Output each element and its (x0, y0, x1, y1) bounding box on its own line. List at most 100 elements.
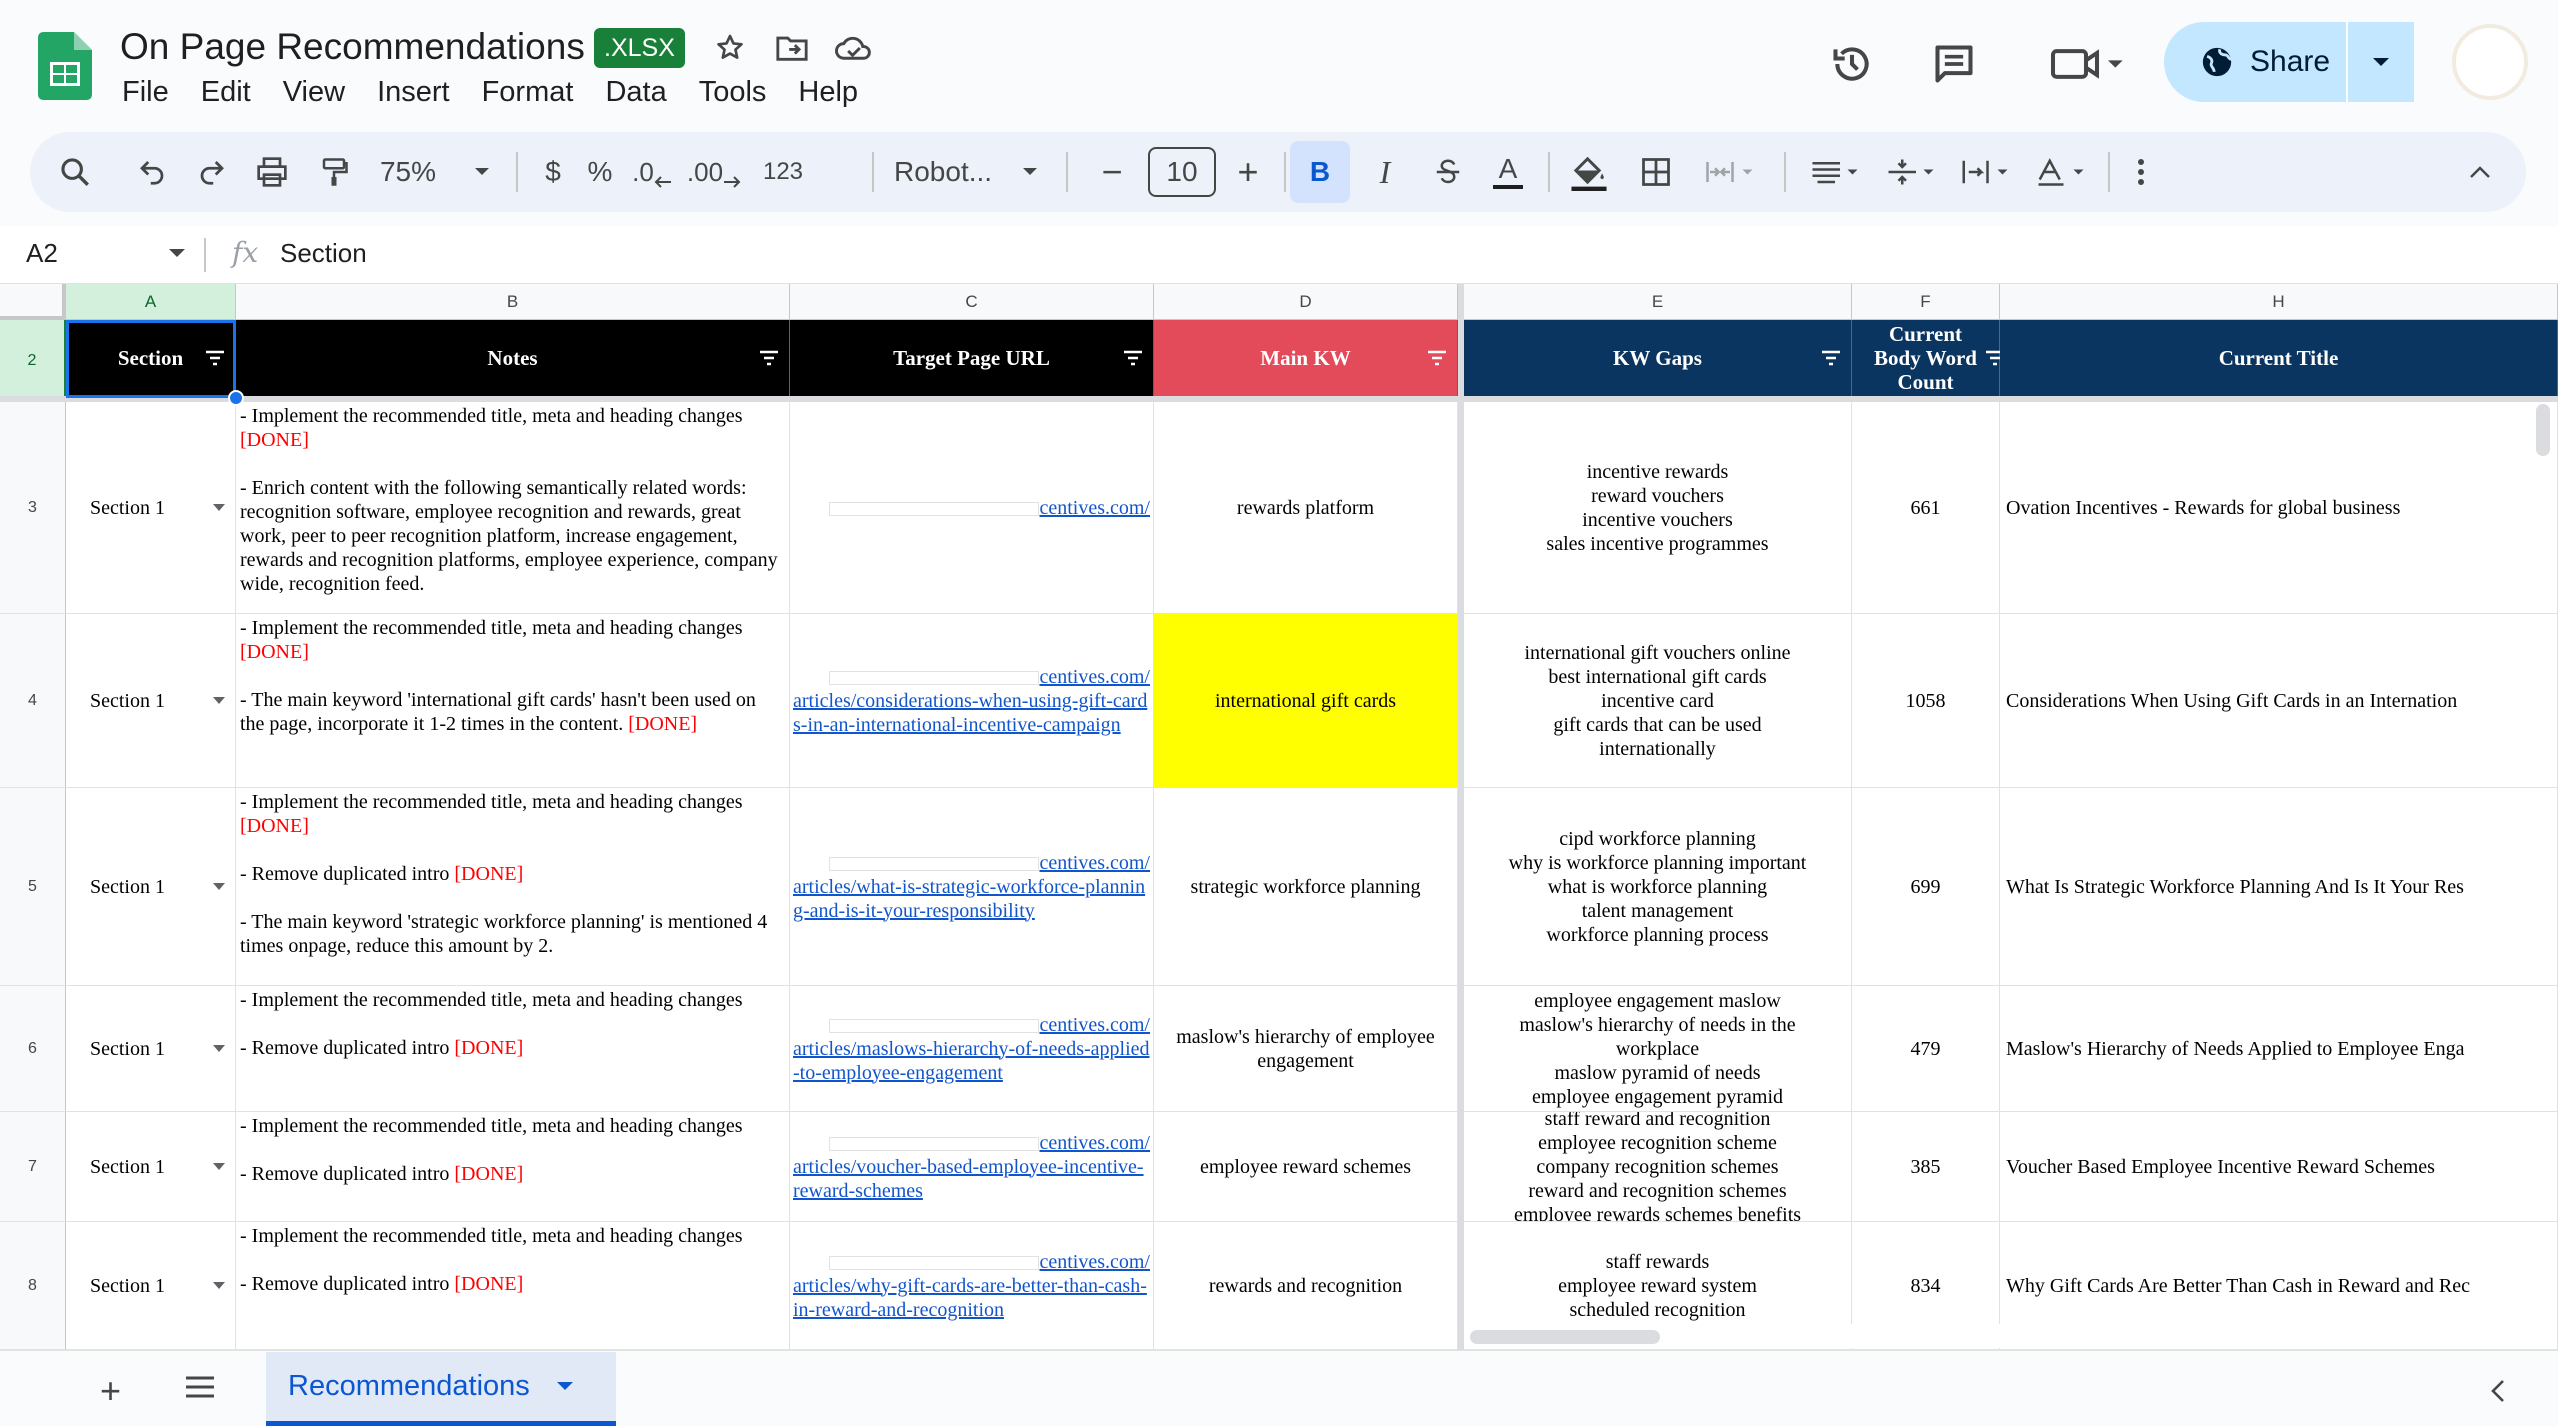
row-header[interactable]: 6 (0, 986, 66, 1112)
column-header-b[interactable]: B (236, 284, 790, 320)
target-page-link[interactable]: centives.com/articles/maslows-hierarchy-… (790, 986, 1153, 1111)
current-title-cell[interactable]: Considerations When Using Gift Cards in … (2000, 614, 2558, 788)
column-header-f[interactable]: F (1852, 284, 2000, 320)
percent-format-button[interactable]: % (576, 132, 624, 212)
header-cell-kw-gaps[interactable]: KW Gaps (1464, 320, 1852, 396)
main-kw-cell[interactable]: strategic workforce planning (1154, 788, 1458, 986)
current-title-cell[interactable]: Ovation Incentives - Rewards for global … (2000, 402, 2558, 614)
horizontal-scrollbar[interactable] (1470, 1330, 1660, 1344)
url-line[interactable]: centives.com/ (793, 1131, 1150, 1155)
url-text[interactable]: articles/maslows-hierarchy-of-needs-appl… (793, 1038, 1150, 1084)
increase-decimal-button[interactable]: .00 (682, 132, 746, 212)
menu-format[interactable]: Format (466, 72, 590, 113)
menu-file[interactable]: File (106, 72, 185, 113)
dropdown-caret-icon[interactable] (213, 1044, 225, 1052)
target-page-link[interactable]: centives.com/articles/what-is-strategic-… (790, 788, 1153, 985)
header-cell-main-kw[interactable]: Main KW (1154, 320, 1458, 396)
url-cell[interactable]: centives.com/articles/maslows-hierarchy-… (790, 986, 1154, 1112)
row-header[interactable]: 2 (0, 320, 66, 402)
row-header[interactable]: 8 (0, 1222, 66, 1350)
current-title-cell[interactable]: Maslow's Hierarchy of Needs Applied to E… (2000, 986, 2558, 1112)
meet-icon[interactable] (2036, 36, 2136, 92)
dropdown-caret-icon[interactable] (213, 503, 225, 511)
chevron-down-icon[interactable] (168, 248, 186, 260)
target-page-link[interactable]: centives.com/ (790, 402, 1153, 613)
url-text[interactable]: centives.com/ (1039, 852, 1150, 874)
more-options-icon[interactable] (2116, 132, 2166, 212)
url-cell[interactable]: centives.com/ (790, 402, 1154, 614)
version-history-icon[interactable] (1824, 36, 1880, 92)
formula-input[interactable]: Section (280, 238, 367, 269)
cloud-saved-icon[interactable] (834, 28, 874, 68)
url-line[interactable]: centives.com/ (793, 665, 1150, 689)
text-color-button[interactable]: A (1482, 132, 1534, 212)
target-page-link[interactable]: centives.com/articles/voucher-based-empl… (790, 1112, 1153, 1221)
url-line[interactable]: centives.com/ (793, 1013, 1150, 1037)
url-cell[interactable]: centives.com/articles/considerations-whe… (790, 614, 1154, 788)
column-header-c[interactable]: C (790, 284, 1154, 320)
word-count-cell[interactable]: 661 (1852, 402, 2000, 614)
filter-icon[interactable] (1821, 350, 1841, 366)
menu-edit[interactable]: Edit (185, 72, 267, 113)
column-header-a[interactable]: A (66, 284, 236, 320)
menu-help[interactable]: Help (782, 72, 874, 113)
decrease-font-size-button[interactable]: − (1090, 132, 1134, 212)
row-header[interactable]: 3 (0, 402, 66, 614)
url-text[interactable]: centives.com/ (1039, 1132, 1150, 1154)
notes-cell[interactable]: - Implement the recommended title, meta … (236, 986, 790, 1112)
url-cell[interactable]: centives.com/articles/why-gift-cards-are… (790, 1222, 1154, 1350)
vertical-scrollbar[interactable] (2536, 404, 2550, 456)
section-cell[interactable]: Section 1 (66, 788, 236, 986)
menu-insert[interactable]: Insert (361, 72, 466, 113)
vertical-align-icon[interactable] (1876, 132, 1946, 212)
url-line[interactable]: centives.com/ (793, 496, 1150, 520)
word-count-cell[interactable]: 1058 (1852, 614, 2000, 788)
borders-icon[interactable] (1628, 132, 1684, 212)
comments-icon[interactable] (1926, 36, 1982, 92)
sheet-tab-recommendations[interactable]: Recommendations (266, 1352, 616, 1426)
notes-cell[interactable]: - Implement the recommended title, meta … (236, 1112, 790, 1222)
kw-gaps-cell[interactable]: staff reward and recognition employee rec… (1464, 1112, 1852, 1222)
sheets-logo-icon[interactable] (38, 32, 92, 100)
main-kw-cell[interactable]: rewards platform (1154, 402, 1458, 614)
section-cell[interactable]: Section 1 (66, 614, 236, 788)
header-cell-target-page-url[interactable]: Target Page URL (790, 320, 1154, 396)
main-kw-cell[interactable]: employee reward schemes (1154, 1112, 1458, 1222)
url-text[interactable]: articles/what-is-strategic-workforce-pla… (793, 876, 1145, 922)
dropdown-caret-icon[interactable] (213, 1162, 225, 1170)
word-count-cell[interactable]: 479 (1852, 986, 2000, 1112)
url-cell[interactable]: centives.com/articles/voucher-based-empl… (790, 1112, 1154, 1222)
filter-icon[interactable] (1123, 350, 1143, 366)
notes-cell[interactable]: - Implement the recommended title, meta … (236, 614, 790, 788)
section-cell[interactable]: Section 1 (66, 986, 236, 1112)
url-line[interactable]: centives.com/ (793, 851, 1150, 875)
name-box[interactable]: A2 (26, 238, 58, 269)
filter-icon[interactable] (1427, 350, 1447, 366)
move-to-folder-icon[interactable] (772, 28, 812, 68)
select-all-corner[interactable] (0, 284, 66, 320)
merge-cells-icon[interactable] (1690, 132, 1770, 212)
dropdown-caret-icon[interactable] (213, 882, 225, 890)
fill-handle[interactable] (228, 390, 244, 406)
section-cell[interactable]: Section 1 (66, 1112, 236, 1222)
zoom-select[interactable]: 75% (370, 132, 500, 212)
column-header-h[interactable]: H (2000, 284, 2558, 320)
freeze-divider-horizontal[interactable] (0, 396, 2558, 402)
row-header[interactable]: 4 (0, 614, 66, 788)
url-text[interactable]: centives.com/ (1039, 666, 1150, 688)
menu-tools[interactable]: Tools (683, 72, 783, 113)
notes-cell[interactable]: - Implement the recommended title, meta … (236, 402, 790, 614)
bold-button[interactable]: B (1290, 141, 1350, 203)
chevron-left-icon[interactable] (2488, 1378, 2508, 1404)
current-title-cell[interactable]: Voucher Based Employee Incentive Reward … (2000, 1112, 2558, 1222)
add-sheet-button[interactable]: + (100, 1370, 121, 1412)
header-cell-notes[interactable]: Notes (236, 320, 790, 396)
kw-gaps-cell[interactable]: employee engagement maslow maslow's hiera… (1464, 986, 1852, 1112)
text-rotation-icon[interactable] (2026, 132, 2096, 212)
notes-cell[interactable]: - Implement the recommended title, meta … (236, 788, 790, 986)
paint-format-icon[interactable] (306, 132, 362, 212)
url-line[interactable]: articles/what-is-strategic-workforce-pla… (793, 875, 1150, 923)
spreadsheet-grid[interactable]: A B C D E F H 2 3 4 5 6 7 8 Section Notes Target Page UR… (0, 284, 2558, 1350)
fill-color-icon[interactable] (1560, 132, 1618, 212)
row-header[interactable]: 5 (0, 788, 66, 986)
